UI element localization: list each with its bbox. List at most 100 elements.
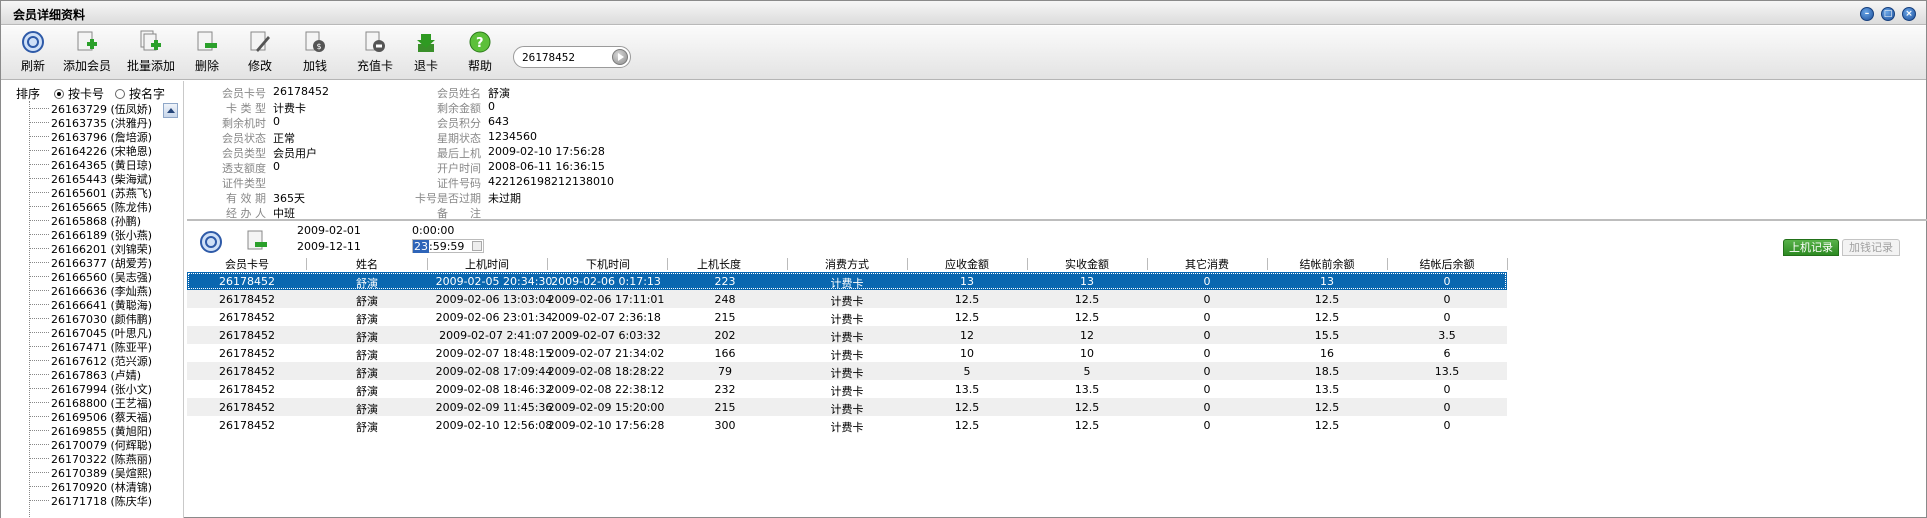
close-icon[interactable]: × — [1902, 7, 1916, 21]
search-go-icon[interactable] — [612, 49, 628, 65]
column-header[interactable]: 会员卡号 — [192, 256, 302, 271]
member-list-item[interactable]: 26169855 (黄旭阳) — [27, 423, 167, 438]
member-list-item[interactable]: 26163729 (伍凤娇) — [27, 101, 167, 116]
member-list-item[interactable]: 26166377 (胡爱芳) — [27, 255, 167, 270]
column-separator[interactable] — [1147, 258, 1148, 270]
time-from[interactable]: 0:00:00 — [412, 224, 454, 237]
table-row[interactable]: 26178452 舒演 2009-02-10 12:56:08 2009-02-10 … — [187, 416, 1507, 434]
refresh-records-icon[interactable] — [199, 230, 223, 254]
edit-button[interactable]: 修改 — [244, 30, 276, 78]
column-separator[interactable] — [1387, 258, 1388, 270]
column-separator[interactable] — [1507, 258, 1508, 270]
time-to-hour: 23 — [413, 240, 429, 253]
tree-branch — [29, 332, 49, 333]
table-row[interactable]: 26178452 舒演 2009-02-09 11:45:36 2009-02-09 … — [187, 398, 1507, 416]
table-cell: 计费卡 — [830, 331, 864, 344]
member-list-item[interactable]: 26164365 (黄日琼) — [27, 157, 167, 172]
member-list-item[interactable]: 26167471 (陈亚平) — [27, 339, 167, 354]
column-header[interactable]: 上机长度 — [664, 256, 774, 271]
member-list-item[interactable]: 26167030 (颜伟鹏) — [27, 311, 167, 326]
minimize-icon[interactable]: – — [1860, 7, 1874, 21]
help-button[interactable]: ? 帮助 — [464, 30, 496, 78]
member-list-item[interactable]: 26167612 (范兴源) — [27, 353, 167, 368]
member-list-item[interactable]: 26170389 (吴煊熙) — [27, 465, 167, 480]
member-detail-window: 会员详细资料 – □ × 刷新 添加会员 批量添加 删除 修改 $ 加钱 充值卡… — [0, 0, 1927, 518]
add-member-button[interactable]: 添加会员 — [59, 30, 115, 78]
member-list-item[interactable]: 26169506 (蔡天福) — [27, 409, 167, 424]
column-header[interactable]: 其它消费 — [1152, 256, 1262, 271]
table-row[interactable]: 26178452 舒演 2009-02-06 23:01:34 2009-02-07 … — [187, 308, 1507, 326]
recharge-card-button[interactable]: 充值卡 — [352, 30, 398, 78]
sort-by-card-radio[interactable]: 按卡号 — [54, 85, 104, 102]
column-header[interactable]: 结帐前余额 — [1272, 256, 1382, 271]
member-list-item[interactable]: 26166560 (吴志强) — [27, 269, 167, 284]
return-card-button[interactable]: 退卡 — [410, 30, 442, 78]
column-separator[interactable] — [427, 258, 428, 270]
table-cell: 舒演 — [356, 277, 378, 290]
member-list-item[interactable]: 26167994 (张小文) — [27, 381, 167, 396]
member-list-item[interactable]: 26165868 (孙鹏) — [27, 213, 167, 228]
table-cell: 2009-02-08 22:38:12 — [547, 383, 665, 396]
column-header[interactable]: 结帐后余额 — [1392, 256, 1502, 271]
member-list-item[interactable]: 26170920 (林清锦) — [27, 479, 167, 494]
column-separator[interactable] — [667, 258, 668, 270]
column-header[interactable]: 姓名 — [312, 256, 422, 271]
table-row[interactable]: 26178452 舒演 2009-02-08 18:46:32 2009-02-08 … — [187, 380, 1507, 398]
tab-recharge-records[interactable]: 加钱记录 — [1842, 239, 1900, 256]
column-separator[interactable] — [907, 258, 908, 270]
member-list-item[interactable]: 26166636 (李灿燕) — [27, 283, 167, 298]
batch-add-button[interactable]: 批量添加 — [123, 30, 179, 78]
column-separator[interactable] — [1267, 258, 1268, 270]
time-to-field[interactable]: 23:59:59 — [412, 239, 484, 253]
table-cell: 26178452 — [219, 329, 275, 342]
spin-icon[interactable] — [472, 241, 482, 251]
table-cell: 300 — [714, 419, 736, 432]
date-from[interactable]: 2009-02-01 — [297, 224, 361, 237]
search-input[interactable] — [522, 50, 606, 65]
tree-branch — [29, 346, 49, 347]
member-list-item[interactable]: 26170079 (何辉聪) — [27, 437, 167, 452]
scroll-up-icon[interactable] — [163, 103, 178, 118]
column-header[interactable]: 下机时间 — [548, 256, 668, 271]
table-cell: 6 — [1443, 347, 1451, 360]
column-separator[interactable] — [1027, 258, 1028, 270]
column-header[interactable]: 应收金额 — [912, 256, 1022, 271]
tab-login-records[interactable]: 上机记录 — [1783, 239, 1839, 256]
edit-icon — [250, 31, 270, 52]
member-list-item[interactable]: 26166201 (刘锦荣) — [27, 241, 167, 256]
member-list-item[interactable]: 26166189 (张小燕) — [27, 227, 167, 242]
column-header[interactable]: 上机时间 — [427, 256, 547, 271]
column-separator[interactable] — [787, 258, 788, 270]
maximize-icon[interactable]: □ — [1881, 7, 1895, 21]
delete-records-icon[interactable] — [245, 229, 269, 253]
table-cell: 12.5 — [1314, 293, 1340, 306]
radio-unchecked-icon — [115, 89, 125, 99]
add-money-button[interactable]: $ 加钱 — [299, 30, 331, 78]
column-separator[interactable] — [547, 258, 548, 270]
member-list-item[interactable]: 26164226 (宋艳恩) — [27, 143, 167, 158]
column-header[interactable]: 消费方式 — [792, 256, 902, 271]
table-row[interactable]: 26178452 舒演 2009-02-08 17:09:44 2009-02-08 … — [187, 362, 1507, 380]
refresh-button[interactable]: 刷新 — [15, 30, 51, 78]
member-list-item[interactable]: 26163796 (詹培源) — [27, 129, 167, 144]
table-cell: 0 — [1203, 365, 1211, 378]
table-row[interactable]: 26178452 舒演 2009-02-05 20:34:30 2009-02-06 … — [187, 272, 1507, 290]
member-list-item[interactable]: 26165665 (陈龙伟) — [27, 199, 167, 214]
member-list-item[interactable]: 26166641 (黄聪海) — [27, 297, 167, 312]
member-list-item[interactable]: 26165443 (柴海斌) — [27, 171, 167, 186]
table-row[interactable]: 26178452 舒演 2009-02-07 2:41:07 2009-02-07 6… — [187, 326, 1507, 344]
member-list-item[interactable]: 26167045 (叶思凡) — [27, 325, 167, 340]
member-list-item[interactable]: 26167863 (卢婧) — [27, 367, 167, 382]
member-list-item[interactable]: 26165601 (苏燕飞) — [27, 185, 167, 200]
date-to[interactable]: 2009-12-11 — [297, 240, 361, 253]
table-row[interactable]: 26178452 舒演 2009-02-07 18:48:15 2009-02-07 … — [187, 344, 1507, 362]
member-list-item[interactable]: 26171718 (陈庆华) — [27, 493, 167, 508]
sort-by-name-radio[interactable]: 按名字 — [115, 85, 165, 102]
delete-button[interactable]: 删除 — [191, 30, 223, 78]
member-list-item[interactable]: 26168800 (王艺福) — [27, 395, 167, 410]
member-list-item[interactable]: 26170322 (陈燕丽) — [27, 451, 167, 466]
column-separator[interactable] — [306, 258, 307, 270]
member-list-item[interactable]: 26163735 (洪雅丹) — [27, 115, 167, 130]
column-header[interactable]: 实收金额 — [1032, 256, 1142, 271]
table-row[interactable]: 26178452 舒演 2009-02-06 13:03:04 2009-02-06 … — [187, 290, 1507, 308]
